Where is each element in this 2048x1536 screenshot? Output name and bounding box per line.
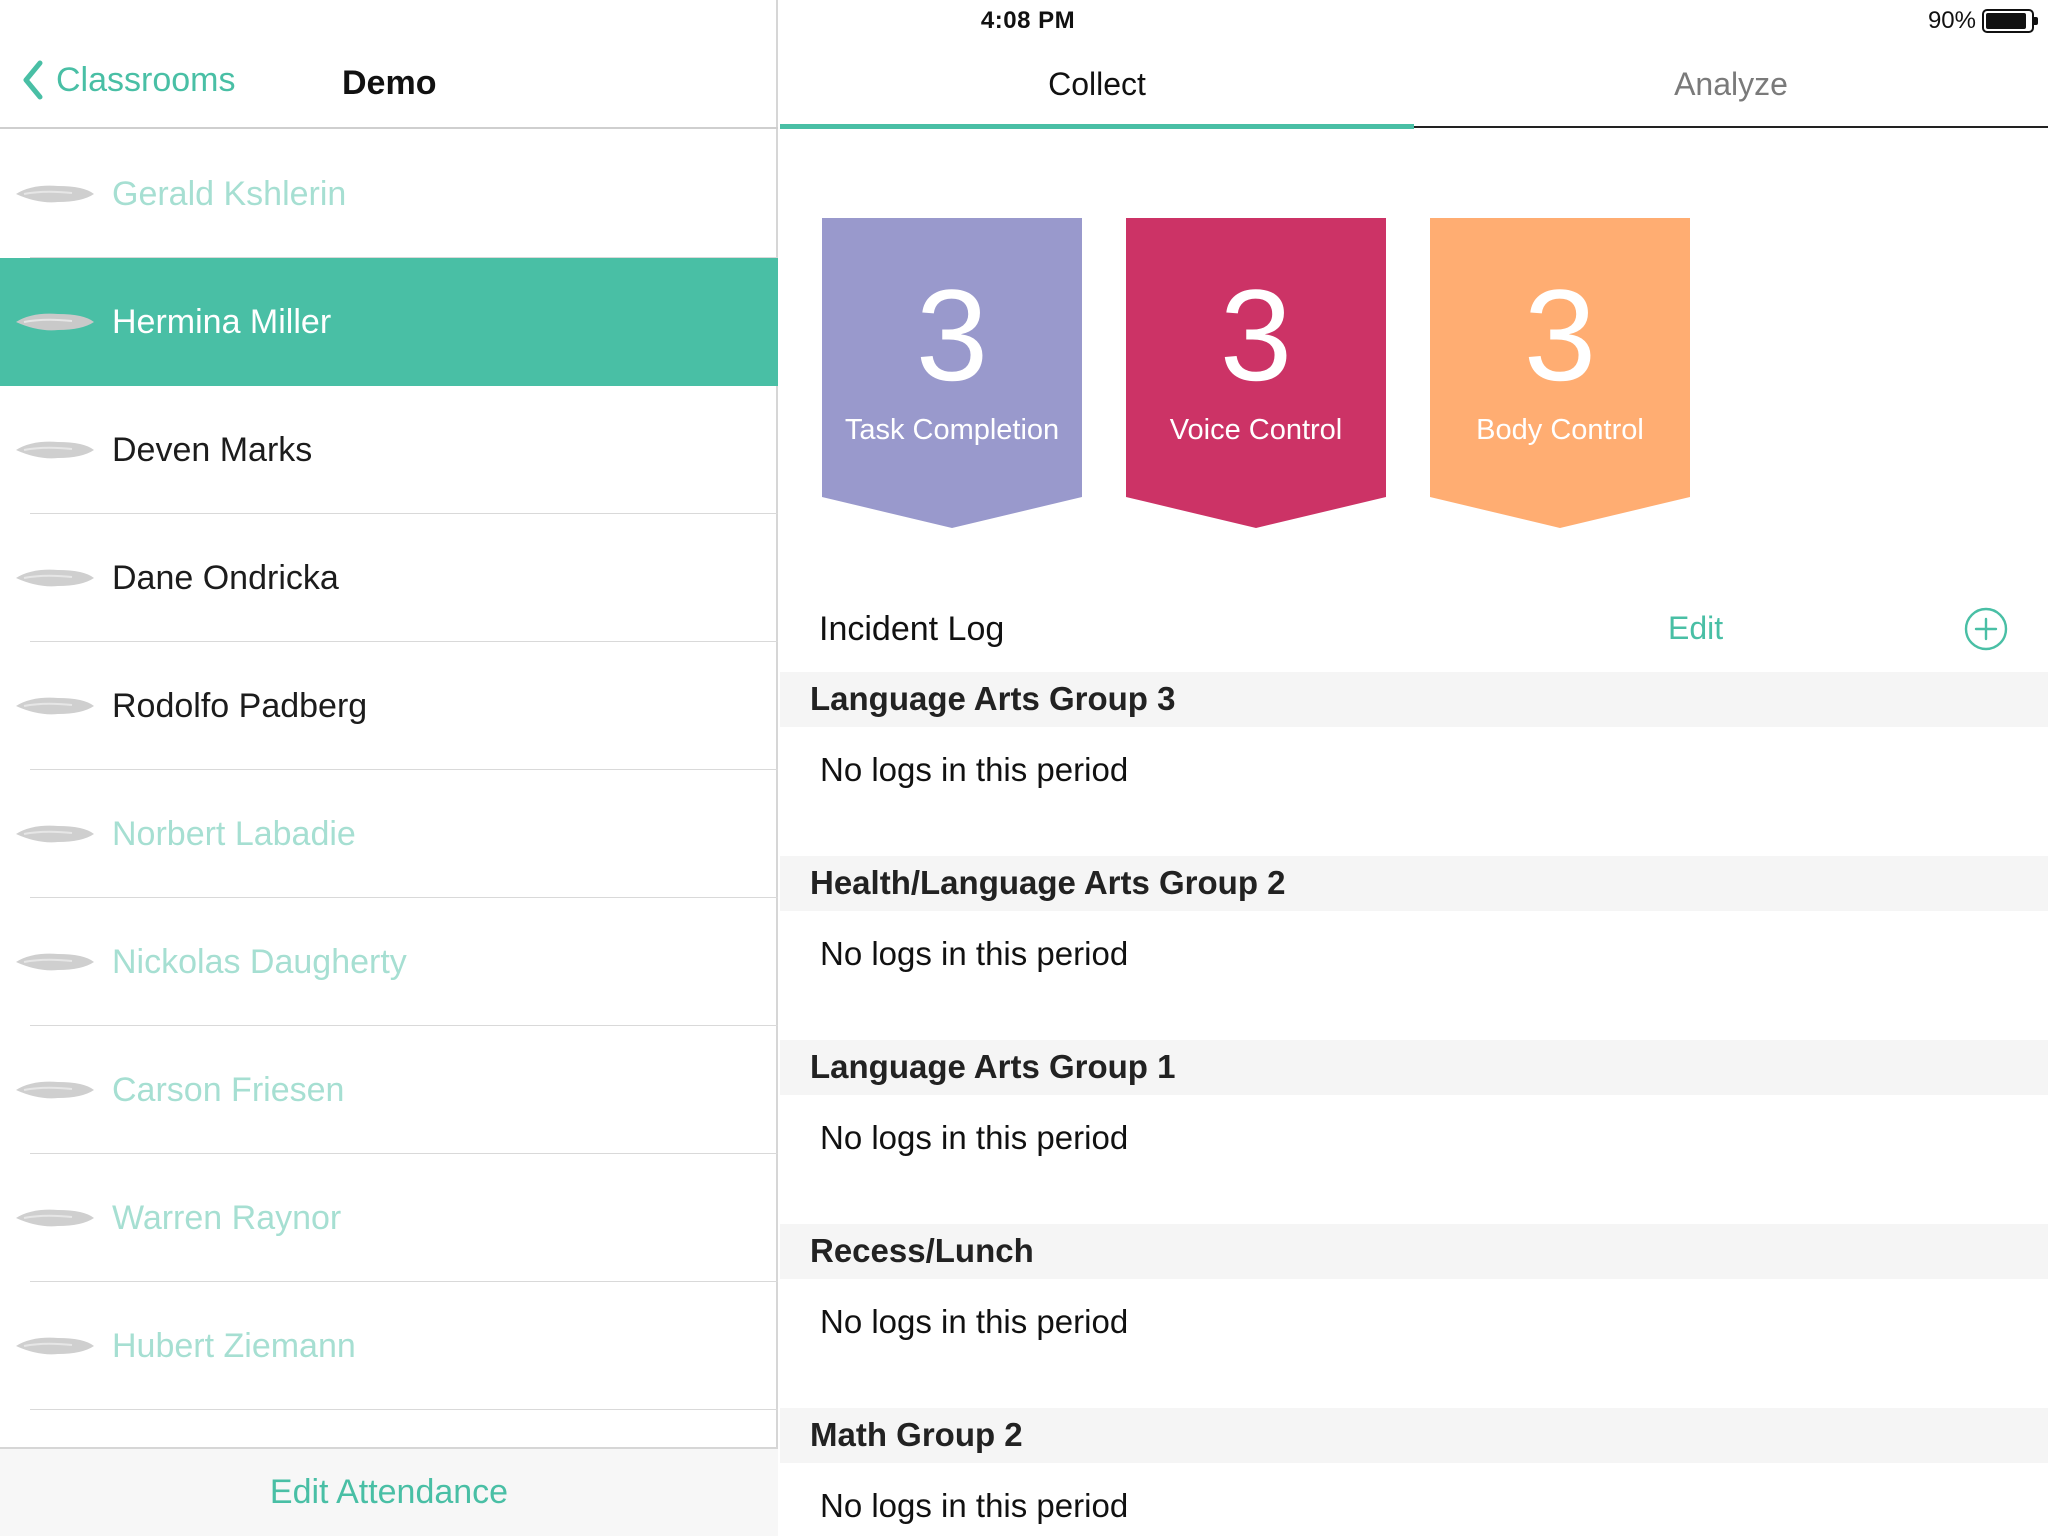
period-group-header: Language Arts Group 1 [780,1040,2048,1095]
incident-log-header: Incident Log Edit [780,590,2048,672]
student-row[interactable]: Norbert Labadie [0,770,778,898]
avatar-placeholder-icon [16,1209,94,1227]
period-group-header: Language Arts Group 3 [780,672,2048,727]
student-row[interactable]: Hermina Miller [0,258,778,386]
empty-logs-text: No logs in this period [820,1303,1129,1340]
student-name: Carson Friesen [112,1070,345,1109]
sidebar-bottom-bar: Edit Attendance [0,1447,778,1536]
classroom-title: Demo [342,64,437,102]
empty-logs-text: No logs in this period [820,1119,1129,1156]
student-name: Hermina Miller [112,302,332,341]
tab-collect[interactable]: Collect [780,40,1414,128]
period-group-body: No logs in this period [780,1095,2048,1224]
student-name: Norbert Labadie [112,814,356,853]
student-name: Rodolfo Padberg [112,686,368,725]
back-button[interactable]: Classrooms [22,60,235,100]
student-row[interactable]: Carson Friesen [0,1026,778,1154]
student-name: Hubert Ziemann [112,1326,356,1365]
behavior-badge[interactable]: 3 Task Completion [822,218,1082,528]
period-group-title: Language Arts Group 1 [810,1048,1176,1085]
period-group-header: Health/Language Arts Group 2 [780,856,2048,911]
avatar-placeholder-icon [16,825,94,843]
badge-count: 3 [915,262,989,408]
detail-pane: Collect Analyze 3 Task Completion 3 Voice C… [780,0,2048,1536]
badge-label: Body Control [1476,414,1644,446]
period-group-title: Language Arts Group 3 [810,680,1176,717]
badge-count: 3 [1523,262,1597,408]
period-group-title: Health/Language Arts Group 2 [810,864,1286,901]
student-row[interactable]: Hubert Ziemann [0,1282,778,1410]
period-group-body: No logs in this period [780,1279,2048,1408]
student-row[interactable]: Dane Ondricka [0,514,778,642]
student-row[interactable]: Nickolas Daugherty [0,898,778,1026]
behavior-badge[interactable]: 3 Body Control [1430,218,1690,528]
avatar-placeholder-icon [16,1081,94,1099]
empty-logs-text: No logs in this period [820,935,1129,972]
edit-attendance-button[interactable]: Edit Attendance [270,1473,508,1512]
avatar-placeholder-icon [16,185,94,203]
student-row[interactable]: Rodolfo Padberg [0,642,778,770]
avatar-placeholder-icon [16,1337,94,1355]
avatar-placeholder-icon [16,441,94,459]
student-sidebar: Classrooms Demo Gerald Kshlerin Hermina M… [0,0,778,1536]
badge-count: 3 [1219,262,1293,408]
student-row[interactable]: Deven Marks [0,386,778,514]
period-group-title: Recess/Lunch [810,1232,1034,1269]
student-name: Dane Ondricka [112,558,339,597]
period-group-header: Math Group 2 [780,1408,2048,1463]
student-name: Nickolas Daugherty [112,942,407,981]
back-button-label: Classrooms [56,60,236,99]
student-row[interactable]: Warren Raynor [0,1154,778,1282]
avatar-placeholder-icon [16,697,94,715]
student-name: Gerald Kshlerin [112,174,347,213]
student-list: Gerald Kshlerin Hermina Miller Deven Marks… [0,130,778,1410]
incident-edit-button[interactable]: Edit [1668,610,1723,647]
student-row[interactable]: Gerald Kshlerin [0,130,778,258]
chevron-left-icon [23,60,43,100]
student-name: Warren Raynor [112,1198,342,1237]
sidebar-nav-bar: Classrooms Demo [0,40,778,129]
badge-label: Voice Control [1169,414,1343,446]
student-name: Deven Marks [112,430,313,469]
incident-log-title: Incident Log [819,610,1005,648]
period-group-body: No logs in this period [780,727,2048,856]
avatar-placeholder-icon [16,313,94,331]
badge-label: Task Completion [844,414,1060,446]
tab-analyze[interactable]: Analyze [1414,40,2048,128]
empty-logs-text: No logs in this period [820,1487,1129,1524]
period-group-header: Recess/Lunch [780,1224,2048,1279]
behavior-badge[interactable]: 3 Voice Control [1126,218,1386,528]
avatar-placeholder-icon [16,953,94,971]
period-group-body: No logs in this period [780,1463,2048,1536]
segment-tabs: Collect Analyze [780,40,2048,129]
avatar-placeholder-icon [16,569,94,587]
period-group-body: No logs in this period [780,911,2048,1040]
plus-circle-icon[interactable] [1964,607,2008,651]
period-group-title: Math Group 2 [810,1416,1023,1453]
active-tab-indicator [780,124,1414,129]
empty-logs-text: No logs in this period [820,751,1129,788]
